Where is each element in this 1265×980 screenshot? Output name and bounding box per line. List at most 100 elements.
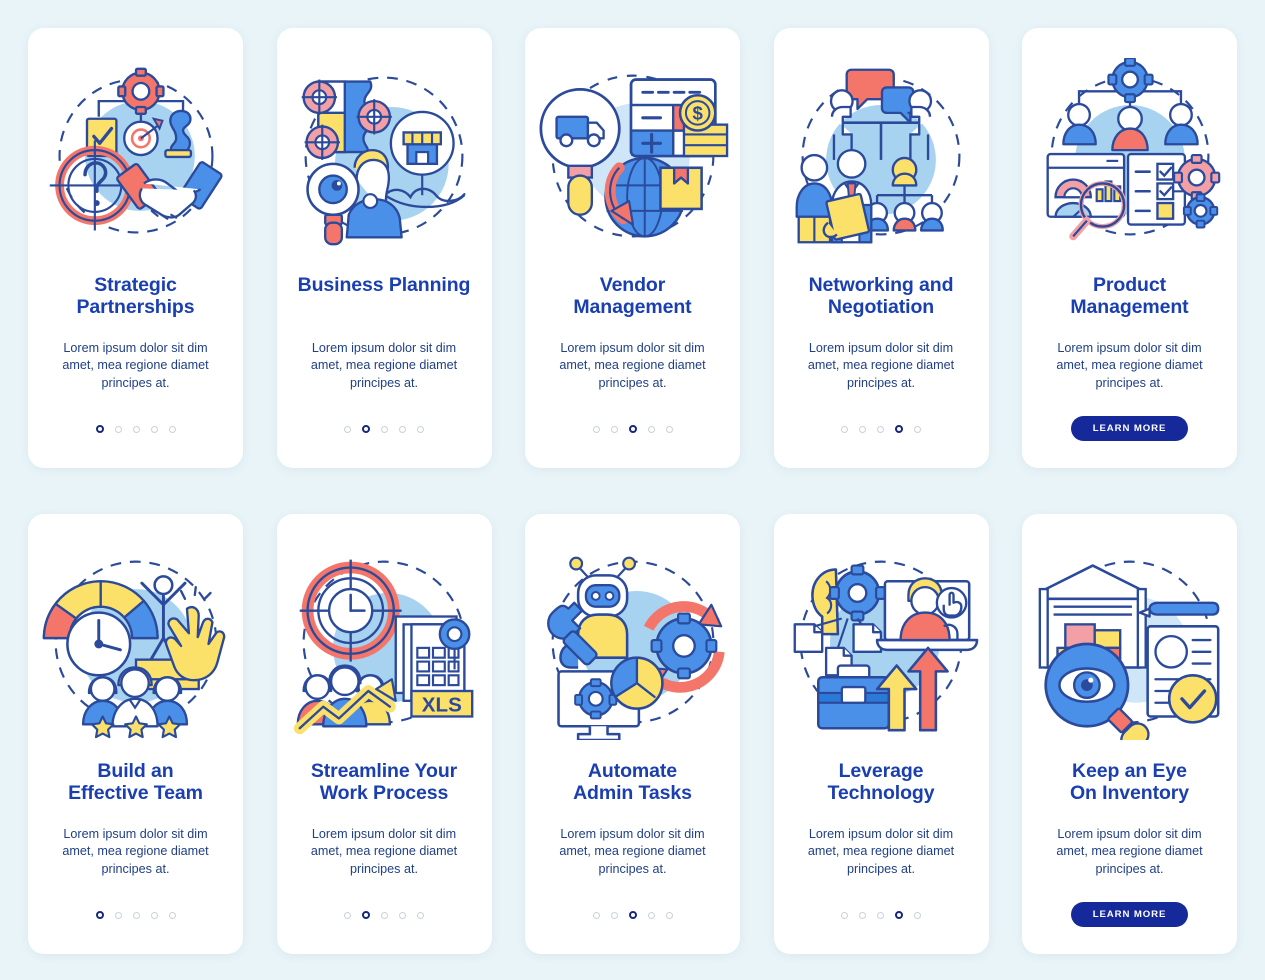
- card-title: Business Planning: [297, 274, 471, 296]
- learn-more-button[interactable]: LEARN MORE: [1070, 416, 1189, 441]
- pagination-dots: [344, 904, 424, 926]
- pagination-dot[interactable]: [168, 911, 176, 919]
- pagination-dot[interactable]: [877, 911, 884, 919]
- pagination-dot[interactable]: [647, 911, 655, 919]
- card-title: Keep an Eye On Inventory: [1069, 760, 1190, 805]
- pagination-dot[interactable]: [114, 425, 122, 433]
- pagination-dots: [592, 418, 673, 440]
- pagination-dots: [344, 418, 424, 440]
- build-effective-team-illustration: [42, 560, 225, 739]
- onboarding-card-streamline-your-work-process[interactable]: XLS Streamline Your Work Process Lorem ips…: [276, 514, 492, 954]
- card-description: Lorem ipsum dolor sit dim amet, mea regi…: [1056, 341, 1203, 390]
- keep-eye-on-inventory-illustration: [1032, 544, 1228, 740]
- pagination-dots: [841, 418, 921, 440]
- onboarding-card-automate-admin-tasks[interactable]: Automate Admin Tasks Lorem ipsum dolor sit…: [525, 514, 740, 954]
- pagination-dot[interactable]: [914, 425, 921, 433]
- card-description: Lorem ipsum dolor sit dim amet, mea regi…: [1056, 827, 1203, 876]
- pagination-dot[interactable]: [417, 911, 424, 919]
- pagination-dot[interactable]: [859, 911, 866, 919]
- card-title: Automate Admin Tasks: [573, 760, 692, 805]
- pagination-dots: [592, 904, 673, 926]
- pagination-dot-active[interactable]: [895, 425, 903, 433]
- pagination-dots: [95, 904, 176, 926]
- card-title: Networking and Negotiation: [808, 274, 954, 319]
- onboarding-row-2: Build an Effective Team Lorem ipsum dolor …: [28, 514, 1237, 954]
- pagination-dot-active[interactable]: [895, 911, 903, 919]
- streamline-work-process-illustration: XLS: [293, 559, 474, 735]
- pagination-dot-active[interactable]: [95, 425, 104, 433]
- pagination-dot-active[interactable]: [628, 425, 637, 433]
- pagination-dot[interactable]: [381, 425, 388, 433]
- pagination-dot-active[interactable]: [628, 911, 637, 919]
- networking-negotiation-illustration: [795, 68, 961, 244]
- pagination-dot-active[interactable]: [362, 911, 370, 919]
- pagination-dot[interactable]: [344, 425, 351, 433]
- pagination-dot[interactable]: [665, 425, 673, 433]
- pagination-dot[interactable]: [114, 911, 122, 919]
- pagination-dot[interactable]: [610, 425, 618, 433]
- strategic-partnerships-illustration: [38, 58, 234, 254]
- product-management-illustration: [1032, 58, 1228, 254]
- networking-negotiation-illustration: [783, 58, 979, 254]
- pagination-dot[interactable]: [592, 425, 600, 433]
- pagination-dot[interactable]: [150, 911, 158, 919]
- pagination-dot[interactable]: [150, 425, 158, 433]
- card-title: Streamline Your Work Process: [310, 760, 458, 805]
- pagination-dot-active[interactable]: [95, 911, 104, 919]
- pagination-dot[interactable]: [168, 425, 176, 433]
- pagination-dot[interactable]: [399, 425, 406, 433]
- pagination-dot[interactable]: [841, 911, 848, 919]
- card-description: Lorem ipsum dolor sit dim amet, mea regi…: [62, 341, 209, 390]
- svg-text:$: $: [692, 103, 703, 124]
- card-title: Build an Effective Team: [68, 760, 203, 805]
- onboarding-card-build-an-effective-team[interactable]: Build an Effective Team Lorem ipsum dolor …: [28, 514, 243, 954]
- pagination-dot[interactable]: [665, 911, 673, 919]
- onboarding-screens-board: Strategic Partnerships Lorem ipsum dolor s…: [0, 0, 1265, 980]
- card-description: Lorem ipsum dolor sit dim amet, mea regi…: [559, 827, 706, 876]
- card-description: Lorem ipsum dolor sit dim amet, mea regi…: [62, 827, 209, 876]
- product-management-illustration: [1046, 58, 1220, 241]
- business-planning-illustration: [286, 58, 482, 254]
- pagination-dots: [841, 904, 921, 926]
- pagination-dot[interactable]: [132, 425, 140, 433]
- pagination-dot[interactable]: [841, 425, 848, 433]
- onboarding-card-networking-and-negotiation[interactable]: Networking and Negotiation Lorem ipsum dol…: [773, 28, 989, 468]
- pagination-dot-active[interactable]: [362, 425, 370, 433]
- leverage-technology-illustration: [793, 560, 979, 732]
- keep-eye-on-inventory-illustration: [1038, 560, 1219, 740]
- pagination-dot[interactable]: [132, 911, 140, 919]
- onboarding-card-vendor-management[interactable]: $ Vendor Management Lorem ipsum dolor sit …: [525, 28, 740, 468]
- pagination-dot[interactable]: [859, 425, 866, 433]
- strategic-partnerships-illustration: [49, 67, 223, 234]
- svg-text:XLS: XLS: [422, 694, 462, 717]
- pagination-dot[interactable]: [381, 911, 388, 919]
- pagination-dot[interactable]: [399, 911, 406, 919]
- learn-more-button[interactable]: LEARN MORE: [1070, 902, 1189, 927]
- pagination-dot[interactable]: [344, 911, 351, 919]
- card-description: Lorem ipsum dolor sit dim amet, mea regi…: [310, 827, 458, 876]
- card-description: Lorem ipsum dolor sit dim amet, mea regi…: [559, 341, 706, 390]
- onboarding-card-leverage-technology[interactable]: Leverage Technology Lorem ipsum dolor sit …: [773, 514, 989, 954]
- onboarding-card-product-management[interactable]: Product Management Lorem ipsum dolor sit d…: [1022, 28, 1237, 468]
- leverage-technology-illustration: [783, 544, 979, 740]
- pagination-dot[interactable]: [647, 425, 655, 433]
- vendor-management-illustration: $: [535, 58, 731, 254]
- card-title: Leverage Technology: [827, 760, 935, 805]
- pagination-dot[interactable]: [610, 911, 618, 919]
- card-title: Product Management: [1070, 274, 1189, 319]
- automate-admin-tasks-illustration: [535, 544, 731, 740]
- card-description: Lorem ipsum dolor sit dim amet, mea regi…: [807, 827, 955, 876]
- streamline-work-process-illustration: XLS: [286, 544, 482, 740]
- business-planning-illustration: [301, 76, 466, 246]
- pagination-dot[interactable]: [914, 911, 921, 919]
- pagination-dots: [95, 418, 176, 440]
- pagination-dot[interactable]: [592, 911, 600, 919]
- pagination-dot[interactable]: [877, 425, 884, 433]
- onboarding-card-business-planning[interactable]: Business Planning Lorem ipsum dolor sit d…: [276, 28, 492, 468]
- card-description: Lorem ipsum dolor sit dim amet, mea regi…: [310, 341, 458, 390]
- onboarding-card-keep-an-eye-on-inventory[interactable]: Keep an Eye On Inventory Lorem ipsum dolor…: [1022, 514, 1237, 954]
- onboarding-row-1: Strategic Partnerships Lorem ipsum dolor s…: [28, 28, 1237, 468]
- onboarding-card-strategic-partnerships[interactable]: Strategic Partnerships Lorem ipsum dolor s…: [28, 28, 243, 468]
- pagination-dot[interactable]: [417, 425, 424, 433]
- vendor-management-illustration: $: [539, 74, 728, 238]
